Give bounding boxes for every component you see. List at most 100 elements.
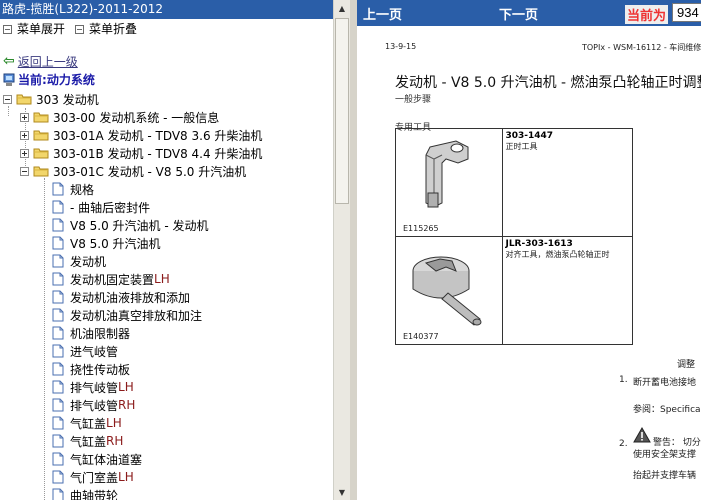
document-icon	[52, 470, 64, 484]
menu-expand-label: 菜单展开	[17, 22, 66, 36]
tree-item-label: 发动机油真空排放和加注	[70, 308, 203, 323]
menu-expand-button[interactable]: 菜单展开	[3, 20, 65, 38]
folder-icon	[33, 166, 49, 177]
page-number-input[interactable]: 934	[672, 3, 701, 22]
timing-tool-image	[425, 140, 469, 208]
tree-doc-item[interactable]: 规格	[52, 180, 94, 198]
tool-part-number: JLR-303-1613	[505, 239, 573, 249]
vertical-scrollbar[interactable]: ▲ ▼	[333, 0, 350, 500]
document-icon	[52, 236, 64, 250]
tree-doc-item[interactable]: 气缸盖 RH	[52, 432, 123, 450]
tree-doc-item[interactable]: 进气岐管	[52, 342, 118, 360]
tree-item-side: LH	[118, 380, 134, 394]
next-page-button[interactable]: 下一页	[499, 4, 538, 23]
tree-guide	[44, 178, 45, 500]
table-row: E140377 JLR-303-1613 对齐工具，燃油泵凸轮轴正时	[394, 236, 633, 345]
tree-folder-item[interactable]: 303-00 发动机系统 - 一般信息	[20, 108, 219, 126]
expand-icon[interactable]	[20, 148, 29, 158]
alignment-tool-image	[412, 256, 482, 326]
menu-toolbar: 菜单展开 菜单折叠	[0, 20, 333, 38]
scroll-thumb[interactable]	[335, 18, 349, 204]
back-row[interactable]: ⇦ 返回上一级	[3, 53, 78, 69]
tool-description: 对齐工具，燃油泵凸轮轴正时	[505, 250, 610, 259]
tree-doc-item[interactable]: 排气岐管 RH	[52, 396, 135, 414]
scroll-up-button[interactable]: ▲	[334, 0, 350, 16]
tree-item-label: 气缸盖	[70, 434, 107, 449]
current-value: 动力系统	[46, 73, 95, 87]
document-icon	[52, 272, 64, 286]
menu-collapse-label: 菜单折叠	[89, 22, 138, 36]
collapse-icon[interactable]	[20, 166, 29, 176]
expand-icon[interactable]	[20, 112, 29, 122]
tree-item-label: 排气岐管	[70, 380, 119, 395]
tool-part-number: 303-1447	[505, 131, 554, 141]
document-icon	[52, 416, 64, 430]
tree-item-label: 303-00 发动机系统 - 一般信息	[53, 110, 220, 125]
tree-folder-item[interactable]: 303-01B 发动机 - TDV8 4.4 升柴油机	[20, 144, 262, 162]
tree-doc-item[interactable]: 曲轴带轮	[52, 486, 118, 500]
tree-item-label: 303-01A 发动机 - TDV8 3.6 升柴油机	[53, 128, 263, 143]
step-number: 2.	[619, 439, 628, 449]
folder-icon	[16, 94, 32, 105]
tree-doc-item[interactable]: 发动机固定装置 LH	[52, 270, 170, 288]
document-icon	[52, 434, 64, 448]
tree-doc-item[interactable]: 气门室盖 LH	[52, 468, 134, 486]
tool-image-code: E115265	[403, 224, 439, 233]
back-link[interactable]: 返回上一级	[18, 53, 78, 70]
tree-doc-item[interactable]: 发动机油液排放和添加	[52, 288, 190, 306]
tree-doc-item[interactable]: 发动机	[52, 252, 106, 270]
document-icon	[52, 488, 64, 500]
tree-doc-item[interactable]: 挠性传动板	[52, 360, 130, 378]
document-icon	[52, 452, 64, 466]
tree-doc-item[interactable]: 发动机油真空排放和加注	[52, 306, 202, 324]
step-reference: 参阅：Specifica	[633, 405, 701, 415]
tree-doc-item[interactable]: V8 5.0 升汽油机	[52, 234, 161, 252]
collapse-icon[interactable]	[3, 94, 12, 104]
tree-item-label: 303 发动机	[36, 92, 99, 107]
tool-image-cell: E140377	[394, 236, 504, 345]
menu-collapse-button[interactable]: 菜单折叠	[75, 20, 137, 38]
table-row: E115265 303-1447 正时工具	[394, 128, 633, 237]
current-page-label: 当前为	[625, 5, 669, 24]
tree-item-label: 气门室盖	[70, 470, 119, 485]
step-number: 1.	[619, 375, 628, 385]
tree-item-label: 挠性传动板	[70, 362, 131, 377]
section-label: 调整	[677, 360, 696, 370]
pane-splitter[interactable]	[350, 0, 357, 500]
tree-doc-item[interactable]: 气缸盖 LH	[52, 414, 122, 432]
manual-title: 路虎-揽胜(L322)-2011-2012	[0, 0, 333, 19]
tool-desc-cell: JLR-303-1613 对齐工具，燃油泵凸轮轴正时	[502, 236, 633, 345]
tree-item-label: 303-01C 发动机 - V8 5.0 升汽油机	[53, 164, 247, 179]
tree-folder-item[interactable]: 303 发动机	[3, 90, 99, 108]
computer-icon	[3, 73, 15, 86]
tree-doc-item[interactable]: V8 5.0 升汽油机 - 发动机	[52, 216, 209, 234]
document-icon	[52, 182, 64, 196]
prev-page-button[interactable]: 上一页	[363, 4, 402, 23]
tool-image-code: E140377	[403, 332, 439, 341]
document-icon	[52, 326, 64, 340]
tree-doc-item[interactable]: - 曲轴后密封件	[52, 198, 150, 216]
tree-doc-item[interactable]: 机油限制器	[52, 324, 130, 342]
tree-doc-item[interactable]: 排气岐管 LH	[52, 378, 134, 396]
tree-doc-item[interactable]: 气缸体油道塞	[52, 450, 142, 468]
tree-folder-item[interactable]: 303-01A 发动机 - TDV8 3.6 升柴油机	[20, 126, 262, 144]
expand-icon[interactable]	[20, 130, 29, 140]
document-icon	[52, 218, 64, 232]
square-icon	[3, 24, 12, 34]
current-location: 当前: 动力系统	[3, 71, 95, 88]
step-text: 断开蓄电池接地	[633, 378, 697, 388]
tree-folder-item[interactable]: 303-01C 发动机 - V8 5.0 升汽油机	[20, 162, 246, 180]
doc-title: 发动机 - V8 5.0 升汽油机 - 燃油泵凸轮轴正时调整	[395, 75, 701, 91]
viewer-toolbar: 上一页 下一页 当前为 934	[357, 0, 701, 26]
tree-item-label: 303-01B 发动机 - TDV8 4.4 升柴油机	[53, 146, 263, 161]
document-icon	[52, 344, 64, 358]
tree-item-side: LH	[154, 272, 170, 286]
tree-item-label: 发动机固定装置	[70, 272, 155, 287]
document-page: 13-9-15 TOPIx - WSM-16112 - 车间维修手册 R 发动机…	[357, 26, 701, 500]
tree-item-label: 排气岐管	[70, 398, 119, 413]
square-icon	[75, 24, 84, 34]
document-icon	[52, 200, 64, 214]
document-icon	[52, 290, 64, 304]
scroll-down-button[interactable]: ▼	[334, 484, 350, 500]
step-text: 使用安全架支撑	[633, 450, 697, 460]
